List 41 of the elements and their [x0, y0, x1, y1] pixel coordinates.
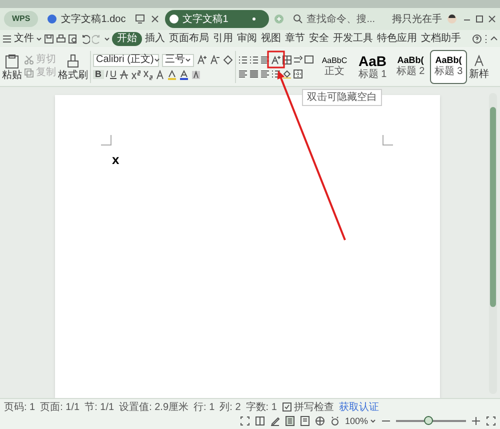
menu-tab[interactable]: 安全: [308, 34, 330, 44]
document-text: x: [112, 153, 120, 166]
zoom-select[interactable]: 100%: [344, 414, 376, 428]
document-tab[interactable]: 文字文稿1.doc: [43, 10, 130, 28]
status-item: 列: 2: [220, 400, 241, 414]
file-menu[interactable]: 文件: [14, 31, 34, 46]
new-style-button[interactable]: 新样: [469, 54, 489, 80]
bold-button[interactable]: B: [93, 70, 104, 79]
menu-tab[interactable]: 审阅: [236, 34, 258, 44]
format-painter-button[interactable]: 格式刷: [58, 52, 88, 80]
search-field[interactable]: 查找命令、搜...: [292, 12, 376, 26]
underline-button[interactable]: U: [110, 70, 117, 79]
menu-tab[interactable]: 引用: [212, 34, 234, 44]
status-item: 页码: 1: [4, 400, 36, 414]
document-tab[interactable]: 文字文稿1: [164, 10, 269, 28]
style-option[interactable]: AaB 标题 1: [354, 50, 391, 84]
status-item: 节: 1/1: [84, 400, 114, 414]
font-select[interactable]: Calibri (正文): [93, 54, 159, 66]
menu-tab[interactable]: 页面布局: [168, 34, 210, 44]
menu-tab[interactable]: 开始: [112, 32, 142, 46]
certify-link[interactable]: 获取认证: [338, 400, 379, 414]
wps-button[interactable]: WPS: [4, 11, 38, 27]
paste-button[interactable]: 粘贴: [2, 52, 22, 80]
spell-check-button[interactable]: 拼写检查: [282, 400, 334, 414]
menu-tab[interactable]: 特色应用: [376, 34, 418, 44]
menu-tab[interactable]: 开发工具: [332, 34, 374, 44]
menu-tab[interactable]: 视图: [260, 34, 282, 44]
style-option[interactable]: AaBbC 正文: [316, 50, 353, 84]
status-item: 字数: 1: [246, 400, 277, 414]
menu-tab[interactable]: 章节: [284, 34, 306, 44]
italic-button[interactable]: I: [106, 70, 108, 79]
user-name[interactable]: 拇只光在手: [392, 12, 442, 26]
style-option[interactable]: AaBb( 标题 2: [392, 50, 429, 84]
font-size-select[interactable]: 三号: [162, 54, 194, 66]
status-item: 设置值: 2.9厘米: [119, 400, 189, 414]
tooltip: 双击可隐藏空白: [302, 89, 382, 106]
status-item: 行: 1: [194, 400, 215, 414]
menu-tab[interactable]: 文档助手: [420, 34, 462, 44]
style-option[interactable]: AaBb( 标题 3: [430, 50, 467, 84]
menu-tab[interactable]: 插入: [144, 34, 166, 44]
status-item: 页面: 1/1: [40, 400, 80, 414]
